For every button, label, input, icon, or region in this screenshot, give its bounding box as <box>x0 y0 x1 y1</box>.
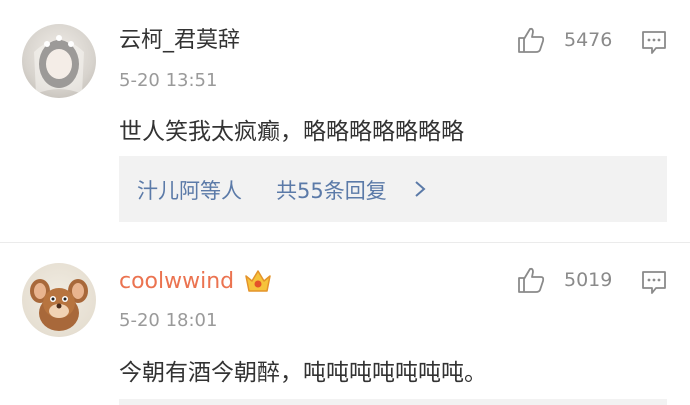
comment-item: 云柯_君莫辞 5-20 13:51 世人笑我太疯癫，略略略略略略略 5476 汁… <box>0 0 690 243</box>
avatar[interactable] <box>22 263 96 337</box>
thumbs-up-icon[interactable] <box>516 25 546 55</box>
username[interactable]: 云柯_君莫辞 <box>119 27 240 55</box>
timestamp: 5-20 13:51 <box>119 70 218 91</box>
like-count[interactable]: 5476 <box>564 29 612 51</box>
chevron-right-icon <box>415 181 426 197</box>
avatar[interactable] <box>22 24 96 98</box>
thumbs-up-icon[interactable] <box>516 265 546 295</box>
replies-preview[interactable]: 汁儿阿等人 共55条回复 <box>119 156 667 222</box>
replies-count: 共55条回复 <box>276 179 387 203</box>
comment-item: coolwwind 5-20 18:01 今朝有酒今朝醉，吨吨吨吨吨吨吨。 50… <box>0 243 690 405</box>
replies-preview[interactable] <box>119 399 667 405</box>
timestamp: 5-20 18:01 <box>119 310 218 331</box>
username[interactable]: coolwwind <box>119 268 234 296</box>
replies-users: 汁儿阿等人 <box>137 179 242 203</box>
comment-text: 世人笑我太疯癫，略略略略略略略 <box>119 119 464 145</box>
vip-crown-icon <box>245 270 271 292</box>
comment-icon[interactable] <box>640 268 668 296</box>
comment-text: 今朝有酒今朝醉，吨吨吨吨吨吨吨。 <box>119 360 487 386</box>
comment-icon[interactable] <box>640 28 668 56</box>
like-count[interactable]: 5019 <box>564 269 612 291</box>
